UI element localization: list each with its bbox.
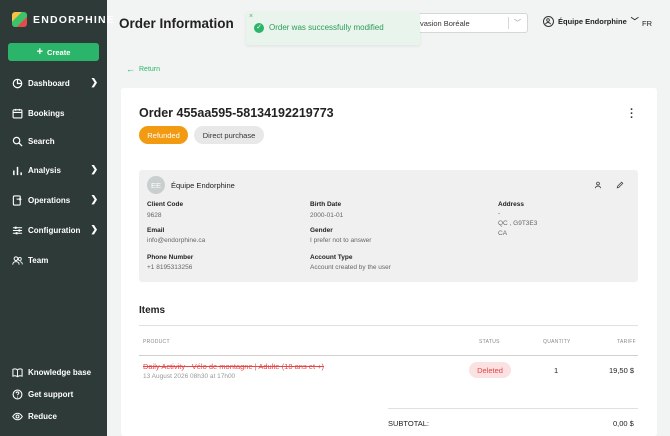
subtotal-value: 0,00 $: [613, 419, 634, 428]
birth-date-value: 2000-01-01: [310, 212, 344, 219]
column-header-tariff: TARIFF: [617, 339, 636, 345]
create-button[interactable]: + Create: [8, 43, 99, 61]
check-circle-icon: ✓: [254, 23, 264, 33]
book-icon: [12, 367, 23, 378]
chevron-right-icon: ❯: [90, 164, 98, 174]
toast-close-icon[interactable]: ×: [249, 13, 253, 20]
purchase-type-badge: Direct purchase: [194, 126, 264, 144]
plus-icon: +: [36, 45, 44, 58]
account-type-label: Account Type: [310, 254, 353, 261]
chevron-right-icon: ❯: [90, 194, 98, 204]
user-name: Équipe Endorphine: [558, 17, 627, 26]
sidebar-item-analysis[interactable]: Analysis ❯: [12, 162, 102, 178]
sidebar: ENDORPHINE + Create Dashboard ❯ Bookings…: [0, 0, 114, 436]
address-label: Address: [498, 201, 525, 208]
more-options-icon[interactable]: · · ·: [630, 105, 634, 124]
eye-icon: [12, 411, 23, 422]
table-top-divider: [139, 325, 638, 326]
sidebar-item-label: Get support: [28, 389, 74, 399]
sidebar-item-search[interactable]: Search: [12, 133, 102, 149]
account-type-value: Account created by the user: [310, 264, 391, 271]
address-line-1: -: [498, 210, 501, 217]
client-code-value: 9628: [147, 212, 162, 219]
brand[interactable]: ENDORPHINE: [12, 12, 115, 27]
edit-pencil-icon[interactable]: [616, 181, 624, 191]
item-status-badge: Deleted: [469, 362, 511, 378]
sidebar-item-label: Dashboard: [28, 78, 70, 88]
item-quantity: 1: [554, 366, 559, 375]
client-info-panel: EE Équipe Endorphine Client Code 9628 Em…: [139, 170, 638, 282]
chevron-right-icon: ❯: [90, 77, 98, 87]
gender-label: Gender: [310, 227, 333, 234]
status-badge: Refunded: [139, 126, 188, 144]
sliders-icon: [12, 225, 23, 236]
venue-select-value: vasion Boréale: [420, 18, 470, 28]
chevron-down-icon: ﹀: [514, 20, 521, 27]
sidebar-item-label: Reduce: [28, 411, 57, 421]
operations-icon: [12, 194, 23, 206]
column-header-quantity: QUANTITY: [543, 339, 571, 345]
sidebar-item-label: Search: [28, 136, 55, 146]
chevron-down-icon: ﹀: [630, 17, 639, 26]
gender-value: I prefer not to answer: [310, 237, 372, 244]
user-menu[interactable]: Équipe Endorphine ﹀: [543, 16, 639, 27]
table-header-divider: [139, 355, 638, 356]
column-header-product: PRODUCT: [143, 339, 170, 345]
subtotal-divider: [388, 408, 638, 409]
return-link[interactable]: ← Return: [126, 64, 160, 74]
user-circle-icon: [543, 16, 554, 27]
page-title: Order Information: [119, 16, 234, 31]
order-title: Order 455aa595-58134192219773: [139, 106, 334, 120]
avatar: EE: [147, 176, 165, 194]
sidebar-item-label: Analysis: [28, 165, 61, 175]
address-line-3: CA: [498, 230, 508, 237]
sidebar-item-dashboard[interactable]: Dashboard ❯: [12, 75, 102, 91]
sidebar-item-label: Configuration: [28, 225, 81, 235]
success-toast: × ✓ Order was successfully modified: [246, 12, 420, 45]
sidebar-item-reduce[interactable]: Reduce: [12, 408, 102, 424]
venue-select[interactable]: vasion Boréale ﹀: [413, 13, 528, 33]
product-date: 13 August 2026 08h30 at 17h00: [143, 373, 236, 380]
help-icon: [12, 389, 23, 400]
birth-date-label: Birth Date: [310, 201, 342, 208]
email-value: info@endorphine.ca: [147, 237, 206, 244]
items-heading: Items: [139, 305, 166, 316]
email-label: Email: [147, 227, 165, 234]
sidebar-item-label: Operations: [28, 195, 71, 205]
sidebar-item-operations[interactable]: Operations ❯: [12, 192, 102, 208]
client-name: Équipe Endorphine: [171, 181, 235, 190]
user-profile-icon[interactable]: [594, 181, 602, 191]
create-button-label: Create: [47, 47, 71, 57]
select-divider: [508, 17, 509, 29]
chevron-right-icon: ❯: [90, 224, 98, 234]
bar-chart-icon: [12, 165, 23, 176]
brand-name: ENDORPHINE: [33, 13, 116, 26]
subtotal-label: SUBTOTAL:: [388, 419, 429, 428]
team-icon: [12, 255, 23, 266]
toast-message: Order was successfully modified: [269, 23, 384, 32]
sidebar-item-bookings[interactable]: Bookings: [12, 105, 102, 121]
sidebar-item-get-support[interactable]: Get support: [12, 386, 102, 402]
arrow-left-icon: ←: [126, 64, 135, 74]
phone-label: Phone Number: [147, 254, 194, 261]
return-label: Return: [139, 65, 161, 73]
sidebar-item-label: Bookings: [28, 108, 65, 118]
search-icon: [12, 136, 23, 147]
language-switch[interactable]: FR: [642, 19, 652, 28]
sidebar-item-label: Knowledge base: [28, 367, 92, 377]
calendar-icon: [12, 108, 23, 119]
product-name: Daily Activity - Vélo de montagne | Adul…: [143, 362, 325, 371]
address-line-2: QC , G9T3E3: [498, 220, 538, 227]
client-code-label: Client Code: [147, 201, 184, 208]
sidebar-item-team[interactable]: Team: [12, 252, 102, 268]
sidebar-item-configuration[interactable]: Configuration ❯: [12, 222, 102, 238]
order-card: Order 455aa595-58134192219773 · · · Refund…: [121, 88, 657, 436]
column-header-status: STATUS: [479, 339, 500, 345]
sidebar-item-label: Team: [28, 255, 49, 265]
pie-chart-icon: [12, 78, 23, 89]
item-tariff: 19,50 $: [609, 366, 635, 375]
sidebar-item-knowledge-base[interactable]: Knowledge base: [12, 364, 102, 380]
endorphine-logo-icon: [12, 12, 27, 27]
phone-value: +1 8195313256: [147, 264, 193, 271]
